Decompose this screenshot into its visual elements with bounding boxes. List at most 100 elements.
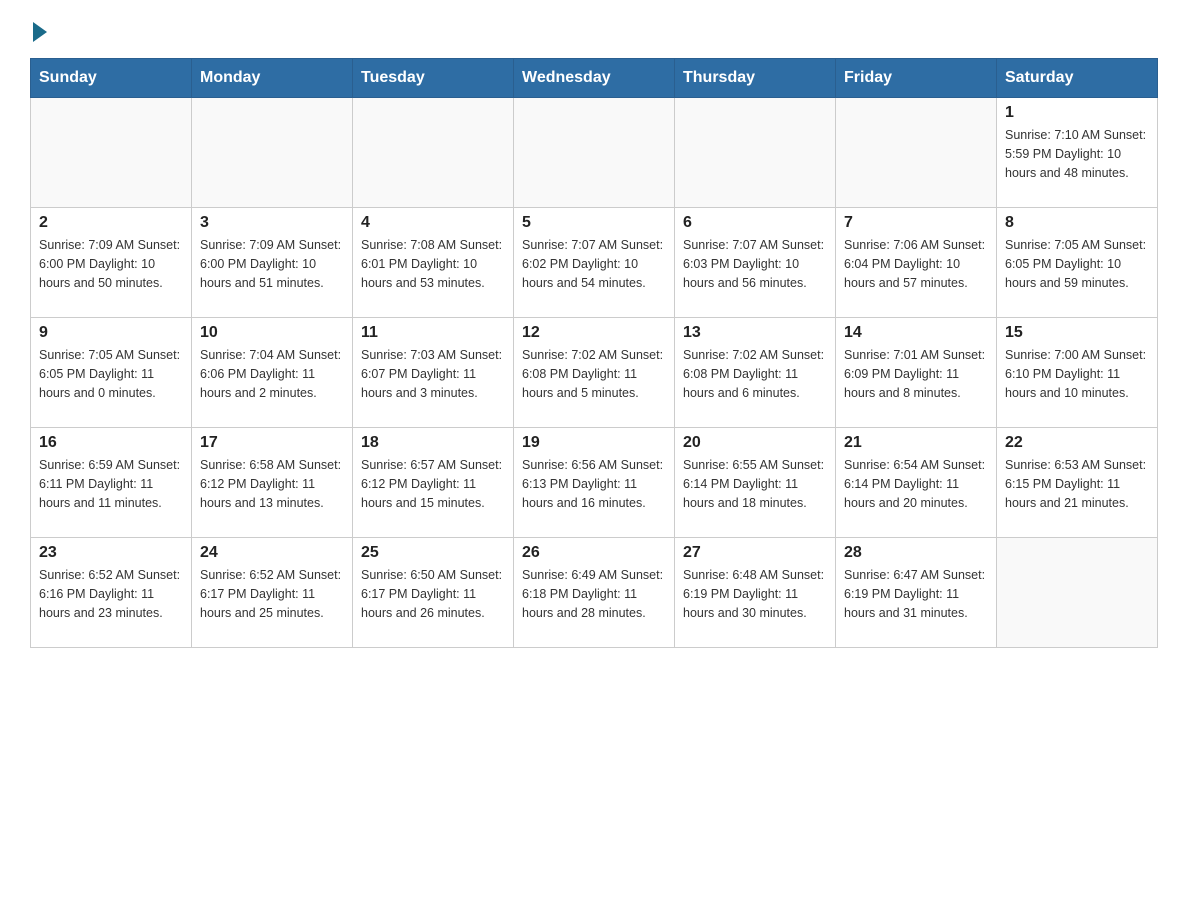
day-cell: 14 Sunrise: 7:01 AM Sunset: 6:09 PM Dayli… xyxy=(836,318,997,428)
day-cell: 11 Sunrise: 7:03 AM Sunset: 6:07 PM Dayli… xyxy=(353,318,514,428)
day-cell: 20 Sunrise: 6:55 AM Sunset: 6:14 PM Dayli… xyxy=(675,428,836,538)
day-cell: 27 Sunrise: 6:48 AM Sunset: 6:19 PM Dayli… xyxy=(675,538,836,648)
day-number: 26 xyxy=(522,544,666,562)
day-info: Sunrise: 6:54 AM Sunset: 6:14 PM Dayligh… xyxy=(844,456,988,512)
day-number: 11 xyxy=(361,324,505,342)
day-number: 16 xyxy=(39,434,183,452)
day-cell: 10 Sunrise: 7:04 AM Sunset: 6:06 PM Dayli… xyxy=(192,318,353,428)
day-info: Sunrise: 7:09 AM Sunset: 6:00 PM Dayligh… xyxy=(39,236,183,292)
day-number: 8 xyxy=(1005,214,1149,232)
day-cell: 1 Sunrise: 7:10 AM Sunset: 5:59 PM Daylig… xyxy=(997,98,1158,208)
col-header-monday: Monday xyxy=(192,59,353,98)
week-row-4: 16 Sunrise: 6:59 AM Sunset: 6:11 PM Dayli… xyxy=(31,428,1158,538)
day-cell: 19 Sunrise: 6:56 AM Sunset: 6:13 PM Dayli… xyxy=(514,428,675,538)
day-number: 4 xyxy=(361,214,505,232)
day-cell: 3 Sunrise: 7:09 AM Sunset: 6:00 PM Daylig… xyxy=(192,208,353,318)
day-cell: 13 Sunrise: 7:02 AM Sunset: 6:08 PM Dayli… xyxy=(675,318,836,428)
day-info: Sunrise: 6:53 AM Sunset: 6:15 PM Dayligh… xyxy=(1005,456,1149,512)
day-cell: 12 Sunrise: 7:02 AM Sunset: 6:08 PM Dayli… xyxy=(514,318,675,428)
day-cell: 23 Sunrise: 6:52 AM Sunset: 6:16 PM Dayli… xyxy=(31,538,192,648)
day-cell xyxy=(514,98,675,208)
day-cell: 7Sunrise: 7:06 AM Sunset: 6:04 PM Daylig… xyxy=(836,208,997,318)
day-number: 13 xyxy=(683,324,827,342)
col-header-saturday: Saturday xyxy=(997,59,1158,98)
day-number: 18 xyxy=(361,434,505,452)
day-cell: 25 Sunrise: 6:50 AM Sunset: 6:17 PM Dayli… xyxy=(353,538,514,648)
day-info: Sunrise: 7:10 AM Sunset: 5:59 PM Dayligh… xyxy=(1005,126,1149,182)
day-cell xyxy=(31,98,192,208)
day-info: Sunrise: 7:04 AM Sunset: 6:06 PM Dayligh… xyxy=(200,346,344,402)
col-header-wednesday: Wednesday xyxy=(514,59,675,98)
day-info: Sunrise: 7:02 AM Sunset: 6:08 PM Dayligh… xyxy=(522,346,666,402)
day-info: Sunrise: 7:07 AM Sunset: 6:03 PM Dayligh… xyxy=(683,236,827,292)
day-info: Sunrise: 7:06 AM Sunset: 6:04 PM Dayligh… xyxy=(844,236,988,292)
day-number: 22 xyxy=(1005,434,1149,452)
day-cell: 17 Sunrise: 6:58 AM Sunset: 6:12 PM Dayli… xyxy=(192,428,353,538)
day-number: 12 xyxy=(522,324,666,342)
col-header-thursday: Thursday xyxy=(675,59,836,98)
day-info: Sunrise: 6:58 AM Sunset: 6:12 PM Dayligh… xyxy=(200,456,344,512)
day-info: Sunrise: 7:07 AM Sunset: 6:02 PM Dayligh… xyxy=(522,236,666,292)
day-cell: 9Sunrise: 7:05 AM Sunset: 6:05 PM Daylig… xyxy=(31,318,192,428)
day-number: 19 xyxy=(522,434,666,452)
day-number: 24 xyxy=(200,544,344,562)
day-info: Sunrise: 6:52 AM Sunset: 6:16 PM Dayligh… xyxy=(39,566,183,622)
day-info: Sunrise: 7:09 AM Sunset: 6:00 PM Dayligh… xyxy=(200,236,344,292)
day-number: 10 xyxy=(200,324,344,342)
day-info: Sunrise: 6:47 AM Sunset: 6:19 PM Dayligh… xyxy=(844,566,988,622)
day-cell: 28 Sunrise: 6:47 AM Sunset: 6:19 PM Dayli… xyxy=(836,538,997,648)
week-row-3: 9Sunrise: 7:05 AM Sunset: 6:05 PM Daylig… xyxy=(31,318,1158,428)
day-cell: 26Sunrise: 6:49 AM Sunset: 6:18 PM Dayli… xyxy=(514,538,675,648)
day-number: 28 xyxy=(844,544,988,562)
day-cell: 4 Sunrise: 7:08 AM Sunset: 6:01 PM Daylig… xyxy=(353,208,514,318)
day-info: Sunrise: 6:57 AM Sunset: 6:12 PM Dayligh… xyxy=(361,456,505,512)
calendar-table: SundayMondayTuesdayWednesdayThursdayFrid… xyxy=(30,58,1158,648)
week-row-2: 2 Sunrise: 7:09 AM Sunset: 6:00 PM Daylig… xyxy=(31,208,1158,318)
page-header xyxy=(30,20,1158,38)
day-cell: 24 Sunrise: 6:52 AM Sunset: 6:17 PM Dayli… xyxy=(192,538,353,648)
day-info: Sunrise: 6:50 AM Sunset: 6:17 PM Dayligh… xyxy=(361,566,505,622)
week-row-1: 1 Sunrise: 7:10 AM Sunset: 5:59 PM Daylig… xyxy=(31,98,1158,208)
day-number: 21 xyxy=(844,434,988,452)
col-header-tuesday: Tuesday xyxy=(353,59,514,98)
day-number: 14 xyxy=(844,324,988,342)
day-cell: 18 Sunrise: 6:57 AM Sunset: 6:12 PM Dayli… xyxy=(353,428,514,538)
week-row-5: 23 Sunrise: 6:52 AM Sunset: 6:16 PM Dayli… xyxy=(31,538,1158,648)
day-info: Sunrise: 7:08 AM Sunset: 6:01 PM Dayligh… xyxy=(361,236,505,292)
day-info: Sunrise: 7:02 AM Sunset: 6:08 PM Dayligh… xyxy=(683,346,827,402)
day-info: Sunrise: 6:56 AM Sunset: 6:13 PM Dayligh… xyxy=(522,456,666,512)
day-cell: 5 Sunrise: 7:07 AM Sunset: 6:02 PM Daylig… xyxy=(514,208,675,318)
day-cell: 2 Sunrise: 7:09 AM Sunset: 6:00 PM Daylig… xyxy=(31,208,192,318)
col-header-friday: Friday xyxy=(836,59,997,98)
day-number: 1 xyxy=(1005,104,1149,122)
day-number: 25 xyxy=(361,544,505,562)
day-number: 2 xyxy=(39,214,183,232)
day-cell xyxy=(192,98,353,208)
day-cell: 16 Sunrise: 6:59 AM Sunset: 6:11 PM Dayli… xyxy=(31,428,192,538)
day-info: Sunrise: 6:52 AM Sunset: 6:17 PM Dayligh… xyxy=(200,566,344,622)
day-number: 9 xyxy=(39,324,183,342)
day-number: 23 xyxy=(39,544,183,562)
day-number: 6 xyxy=(683,214,827,232)
day-number: 17 xyxy=(200,434,344,452)
day-info: Sunrise: 6:48 AM Sunset: 6:19 PM Dayligh… xyxy=(683,566,827,622)
day-number: 3 xyxy=(200,214,344,232)
day-cell xyxy=(997,538,1158,648)
day-cell: 22 Sunrise: 6:53 AM Sunset: 6:15 PM Dayli… xyxy=(997,428,1158,538)
day-info: Sunrise: 6:55 AM Sunset: 6:14 PM Dayligh… xyxy=(683,456,827,512)
day-info: Sunrise: 7:00 AM Sunset: 6:10 PM Dayligh… xyxy=(1005,346,1149,402)
day-cell: 15 Sunrise: 7:00 AM Sunset: 6:10 PM Dayli… xyxy=(997,318,1158,428)
day-cell xyxy=(353,98,514,208)
day-cell: 8 Sunrise: 7:05 AM Sunset: 6:05 PM Daylig… xyxy=(997,208,1158,318)
day-cell xyxy=(836,98,997,208)
day-info: Sunrise: 7:01 AM Sunset: 6:09 PM Dayligh… xyxy=(844,346,988,402)
day-number: 20 xyxy=(683,434,827,452)
day-info: Sunrise: 6:59 AM Sunset: 6:11 PM Dayligh… xyxy=(39,456,183,512)
col-header-sunday: Sunday xyxy=(31,59,192,98)
day-info: Sunrise: 7:03 AM Sunset: 6:07 PM Dayligh… xyxy=(361,346,505,402)
day-number: 15 xyxy=(1005,324,1149,342)
day-info: Sunrise: 7:05 AM Sunset: 6:05 PM Dayligh… xyxy=(1005,236,1149,292)
day-cell xyxy=(675,98,836,208)
day-number: 5 xyxy=(522,214,666,232)
day-number: 27 xyxy=(683,544,827,562)
